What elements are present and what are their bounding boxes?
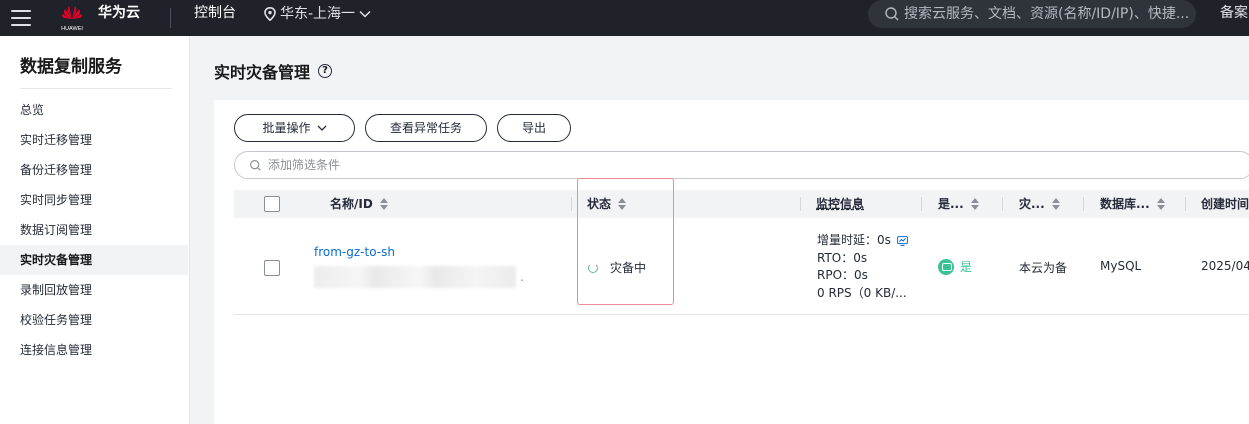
sidebar-title: 数据复制服务	[20, 57, 122, 77]
divider	[170, 8, 171, 28]
column-header-label: 灾...	[1019, 197, 1045, 211]
task-name-link[interactable]: from-gz-to-sh	[314, 245, 395, 259]
sidebar-item-realtime-dr[interactable]: 实时灾备管理	[0, 245, 188, 275]
page-title-text: 实时灾备管理	[214, 63, 311, 82]
sort-icon[interactable]	[1051, 198, 1061, 210]
console-link[interactable]: 控制台	[194, 4, 236, 22]
column-header-is[interactable]: 是...	[938, 190, 980, 218]
batch-operation-label: 批量操作	[262, 121, 311, 135]
chevron-down-icon	[359, 10, 371, 18]
is-value-text: 是	[960, 260, 973, 274]
sidebar-item-realtime-sync[interactable]: 实时同步管理	[0, 185, 188, 215]
monitor-chart-icon[interactable]	[896, 235, 908, 246]
column-header-label: 名称/ID	[330, 197, 373, 211]
is-value-cell: 是	[938, 258, 972, 275]
menu-icon[interactable]	[11, 10, 31, 26]
column-header-db[interactable]: 数据库...	[1100, 190, 1166, 218]
column-header-label: 是...	[938, 197, 964, 211]
export-button[interactable]: 导出	[497, 114, 571, 142]
select-all-checkbox[interactable]	[264, 196, 280, 212]
region-selector[interactable]: 华东-上海一	[264, 5, 371, 23]
divider	[20, 88, 172, 89]
filter-placeholder: 添加筛选条件	[268, 158, 341, 172]
column-header-created[interactable]: 创建时间	[1201, 190, 1249, 218]
huawei-logo[interactable]: HUAWEI	[56, 2, 88, 34]
sidebar-item-record-replay[interactable]: 录制回放管理	[0, 275, 188, 305]
monitor-line: 增量时延：0s	[817, 232, 908, 250]
view-abnormal-tasks-button[interactable]: 查看异常任务	[365, 114, 487, 142]
table-row: from-gz-to-sh . 灾备中 增量时延：0s RTO：0s RPO：0…	[234, 218, 1249, 315]
table-header: 名称/ID 状态 监控信息 是... 灾... 数据库... 创建时间	[234, 190, 1249, 218]
column-header-label: 创建时间	[1201, 197, 1249, 211]
incremental-delay-text: 增量时延：0s	[817, 233, 891, 247]
column-divider	[800, 197, 801, 211]
monitor-info-cell: 增量时延：0s RTO：0s RPO：0s 0 RPS（0 KB/...	[817, 232, 908, 302]
rps-text: 0 RPS（0 KB/...	[817, 285, 907, 300]
sidebar-item-backup-migration[interactable]: 备份迁移管理	[0, 155, 188, 185]
sort-icon[interactable]	[379, 198, 389, 210]
sidebar-item-data-subscription[interactable]: 数据订阅管理	[0, 215, 188, 245]
beian-link[interactable]: 备案	[1220, 4, 1248, 22]
chevron-down-icon	[317, 125, 326, 131]
logo-text: HUAWEI	[61, 26, 83, 32]
sidebar-item-connection-info[interactable]: 连接信息管理	[0, 335, 188, 365]
column-header-label: 监控信息	[816, 197, 865, 211]
dr-type-cell: 本云为备	[1019, 261, 1068, 275]
db-type-cell: MySQL	[1100, 259, 1142, 273]
column-header-label: 数据库...	[1100, 197, 1150, 211]
top-navigation-bar: HUAWEI 华为云 控制台 华东-上海一 搜索云服务、文档、资源(名称/ID/…	[0, 0, 1249, 36]
search-icon	[885, 7, 899, 21]
location-pin-icon	[264, 7, 276, 21]
rto-text: RTO：0s	[817, 250, 868, 265]
sort-icon[interactable]	[1156, 198, 1166, 210]
sidebar-item-realtime-migration[interactable]: 实时迁移管理	[0, 125, 188, 155]
batch-operation-button[interactable]: 批量操作	[234, 114, 355, 142]
task-id-redacted	[314, 266, 516, 288]
created-time-cell: 2025/04/0	[1201, 259, 1249, 273]
help-icon[interactable]: ?	[318, 64, 333, 78]
task-id-suffix: .	[520, 270, 524, 284]
column-divider	[921, 197, 922, 211]
column-header-dr[interactable]: 灾...	[1019, 190, 1061, 218]
page-title: 实时灾备管理 ?	[214, 59, 333, 83]
column-header-name[interactable]: 名称/ID	[330, 190, 389, 218]
status-highlight-box	[577, 178, 674, 305]
sidebar-item-verification[interactable]: 校验任务管理	[0, 305, 188, 335]
main-panel: 批量操作 查看异常任务 导出 添加筛选条件 名称/ID 状态 监控信息 是...…	[214, 100, 1249, 424]
search-icon	[250, 159, 261, 171]
sort-icon[interactable]	[970, 198, 980, 210]
column-divider	[571, 197, 572, 211]
filter-input[interactable]: 添加筛选条件	[234, 151, 1249, 179]
column-divider	[1002, 197, 1003, 211]
sidebar: 数据复制服务 总览 实时迁移管理 备份迁移管理 实时同步管理 数据订阅管理 实时…	[0, 36, 190, 424]
rpo-text: RPO：0s	[817, 268, 868, 282]
row-checkbox[interactable]	[264, 260, 280, 276]
global-search-input[interactable]: 搜索云服务、文档、资源(名称/ID/IP)、快捷...	[868, 0, 1196, 28]
column-divider	[1083, 197, 1084, 211]
column-header-monitor[interactable]: 监控信息	[816, 190, 864, 218]
sidebar-nav: 总览 实时迁移管理 备份迁移管理 实时同步管理 数据订阅管理 实时灾备管理 录制…	[0, 95, 188, 365]
search-placeholder: 搜索云服务、文档、资源(名称/ID/IP)、快捷...	[904, 6, 1190, 22]
brand-name[interactable]: 华为云	[98, 4, 140, 22]
column-divider	[1185, 197, 1186, 211]
sidebar-item-overview[interactable]: 总览	[0, 95, 188, 125]
check-status-icon	[938, 258, 954, 275]
region-label: 华东-上海一	[280, 6, 356, 22]
